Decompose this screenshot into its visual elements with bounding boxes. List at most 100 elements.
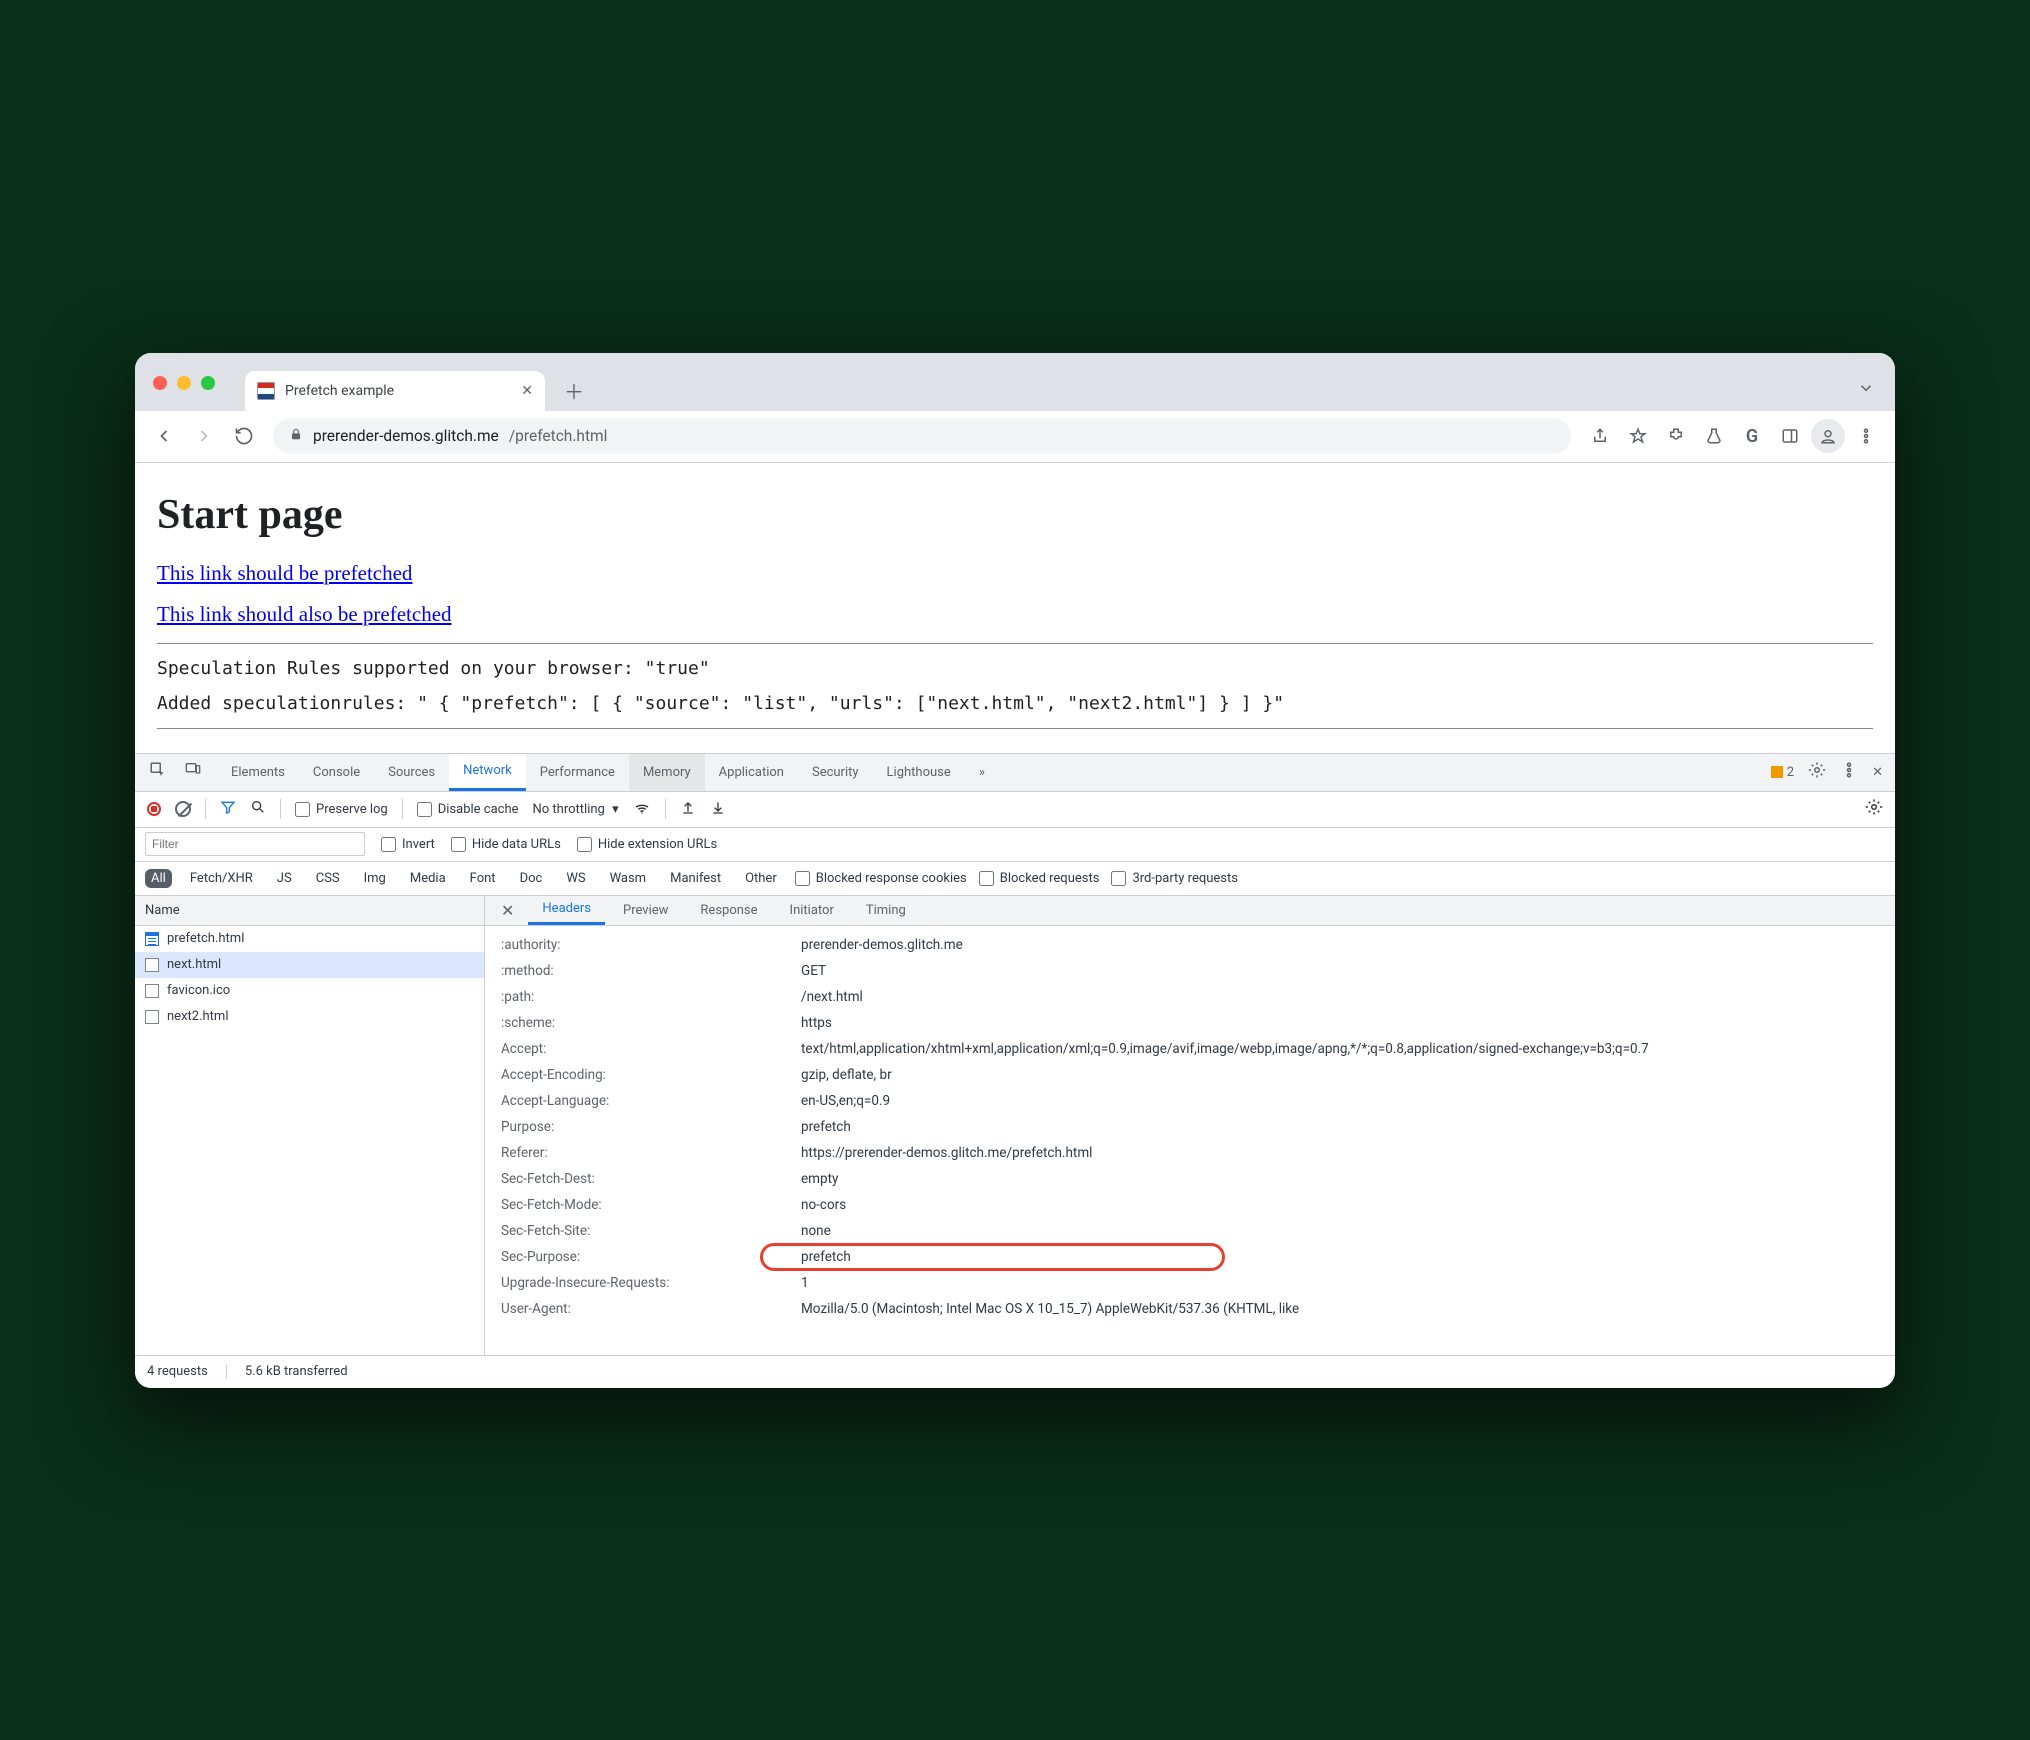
type-wasm[interactable]: Wasm bbox=[604, 869, 653, 888]
tab-close-icon[interactable]: ✕ bbox=[521, 383, 533, 399]
header-row: Accept:text/html,application/xhtml+xml,a… bbox=[485, 1036, 1895, 1062]
devtools-menu-icon[interactable] bbox=[1840, 761, 1858, 783]
type-ws[interactable]: WS bbox=[560, 869, 591, 888]
browser-window: Prefetch example ✕ ＋ prerender-demos.gli… bbox=[135, 353, 1895, 1388]
third-party-checkbox[interactable]: 3rd-party requests bbox=[1111, 871, 1238, 886]
tab-lighthouse[interactable]: Lighthouse bbox=[873, 754, 965, 791]
page-content: Start page This link should be prefetche… bbox=[135, 463, 1895, 753]
tab-memory[interactable]: Memory bbox=[629, 754, 705, 791]
header-key: :authority: bbox=[501, 934, 801, 956]
side-panel-icon[interactable] bbox=[1773, 419, 1807, 453]
blocked-requests-checkbox[interactable]: Blocked requests bbox=[979, 871, 1100, 886]
type-doc[interactable]: Doc bbox=[514, 869, 549, 888]
search-icon[interactable] bbox=[250, 799, 266, 819]
device-toggle-icon[interactable] bbox=[183, 761, 203, 783]
tab-performance[interactable]: Performance bbox=[526, 754, 629, 791]
header-value: none bbox=[801, 1220, 1879, 1242]
network-settings-icon[interactable] bbox=[1865, 798, 1883, 820]
divider bbox=[157, 643, 1873, 644]
status-transferred: 5.6 kB transferred bbox=[245, 1364, 366, 1379]
hide-data-urls-checkbox[interactable]: Hide data URLs bbox=[451, 837, 561, 852]
header-row: :path:/next.html bbox=[485, 984, 1895, 1010]
header-value: https://prerender-demos.glitch.me/prefet… bbox=[801, 1142, 1879, 1164]
tabs-dropdown-icon[interactable] bbox=[1857, 379, 1875, 401]
request-name: next.html bbox=[167, 957, 221, 972]
labs-icon[interactable] bbox=[1697, 419, 1731, 453]
close-detail-icon[interactable]: ✕ bbox=[491, 901, 524, 920]
google-icon[interactable]: G bbox=[1735, 419, 1769, 453]
invert-checkbox[interactable]: Invert bbox=[381, 837, 435, 852]
tab-application[interactable]: Application bbox=[705, 754, 798, 791]
type-img[interactable]: Img bbox=[358, 869, 392, 888]
detail-tab-initiator[interactable]: Initiator bbox=[776, 896, 848, 925]
preserve-log-checkbox[interactable]: Preserve log bbox=[295, 802, 388, 817]
detail-tab-timing[interactable]: Timing bbox=[852, 896, 920, 925]
tab-console[interactable]: Console bbox=[299, 754, 374, 791]
tab-network[interactable]: Network bbox=[449, 754, 526, 791]
detail-tab-preview[interactable]: Preview bbox=[609, 896, 682, 925]
request-row[interactable]: favicon.ico bbox=[135, 978, 484, 1004]
file-icon bbox=[145, 984, 159, 998]
tabs-more-icon[interactable]: » bbox=[965, 754, 999, 791]
blocked-cookies-checkbox[interactable]: Blocked response cookies bbox=[795, 871, 967, 886]
detail-tab-response[interactable]: Response bbox=[686, 896, 771, 925]
type-font[interactable]: Font bbox=[464, 869, 502, 888]
inspect-icon[interactable] bbox=[149, 761, 167, 783]
header-value: /next.html bbox=[801, 986, 1879, 1008]
tab-elements[interactable]: Elements bbox=[217, 754, 299, 791]
network-body: Name prefetch.html next.html favicon.icone… bbox=[135, 896, 1895, 1356]
type-filter-row: All Fetch/XHR JS CSS Img Media Font Doc … bbox=[135, 862, 1895, 896]
maximize-window-icon[interactable] bbox=[201, 376, 215, 390]
type-manifest[interactable]: Manifest bbox=[664, 869, 727, 888]
filter-toggle-icon[interactable] bbox=[220, 799, 236, 819]
disable-cache-checkbox[interactable]: Disable cache bbox=[417, 802, 519, 817]
header-key: :scheme: bbox=[501, 1012, 801, 1034]
profile-avatar[interactable] bbox=[1811, 419, 1845, 453]
network-conditions-icon[interactable] bbox=[633, 798, 651, 820]
minimize-window-icon[interactable] bbox=[177, 376, 191, 390]
overflow-menu-icon[interactable] bbox=[1849, 419, 1883, 453]
browser-tab[interactable]: Prefetch example ✕ bbox=[245, 371, 545, 411]
link-prefetched-1[interactable]: This link should be prefetched bbox=[157, 561, 412, 585]
clear-button[interactable] bbox=[175, 801, 191, 817]
type-all[interactable]: All bbox=[145, 869, 172, 888]
type-js[interactable]: JS bbox=[271, 869, 298, 888]
headers-pane[interactable]: :authority:prerender-demos.glitch.me:met… bbox=[485, 926, 1895, 1355]
type-css[interactable]: CSS bbox=[310, 869, 346, 888]
throttling-select[interactable]: No throttling ▾ bbox=[533, 802, 619, 817]
reload-button[interactable] bbox=[227, 419, 261, 453]
close-window-icon[interactable] bbox=[153, 376, 167, 390]
download-har-icon[interactable] bbox=[710, 799, 726, 819]
type-fetch[interactable]: Fetch/XHR bbox=[184, 869, 259, 888]
tab-strip: Prefetch example ✕ ＋ bbox=[135, 353, 1895, 411]
document-icon bbox=[145, 932, 159, 946]
upload-har-icon[interactable] bbox=[680, 799, 696, 819]
column-name-header[interactable]: Name bbox=[135, 896, 484, 926]
back-button[interactable] bbox=[147, 419, 181, 453]
tab-sources[interactable]: Sources bbox=[374, 754, 449, 791]
filter-input[interactable] bbox=[145, 832, 365, 856]
request-row[interactable]: next2.html bbox=[135, 1004, 484, 1030]
request-row[interactable]: prefetch.html bbox=[135, 926, 484, 952]
settings-icon[interactable] bbox=[1808, 761, 1826, 783]
record-toggle[interactable] bbox=[147, 802, 161, 816]
type-media[interactable]: Media bbox=[404, 869, 452, 888]
new-tab-button[interactable]: ＋ bbox=[557, 374, 591, 408]
url-host: prerender-demos.glitch.me bbox=[313, 427, 499, 445]
type-other[interactable]: Other bbox=[739, 869, 783, 888]
warnings-badge[interactable]: 2 bbox=[1771, 765, 1794, 780]
detail-tab-headers[interactable]: Headers bbox=[528, 896, 605, 925]
share-icon[interactable] bbox=[1583, 419, 1617, 453]
header-key: Sec-Fetch-Dest: bbox=[501, 1168, 801, 1190]
address-bar[interactable]: prerender-demos.glitch.me/prefetch.html bbox=[273, 418, 1571, 454]
tab-security[interactable]: Security bbox=[798, 754, 873, 791]
header-row: Accept-Encoding:gzip, deflate, br bbox=[485, 1062, 1895, 1088]
extensions-icon[interactable] bbox=[1659, 419, 1693, 453]
hide-extension-urls-checkbox[interactable]: Hide extension URLs bbox=[577, 837, 717, 852]
close-devtools-icon[interactable]: ✕ bbox=[1872, 765, 1883, 780]
header-value: no-cors bbox=[801, 1194, 1879, 1216]
star-icon[interactable] bbox=[1621, 419, 1655, 453]
link-prefetched-2[interactable]: This link should also be prefetched bbox=[157, 602, 452, 626]
request-row[interactable]: next.html bbox=[135, 952, 484, 978]
forward-button[interactable] bbox=[187, 419, 221, 453]
